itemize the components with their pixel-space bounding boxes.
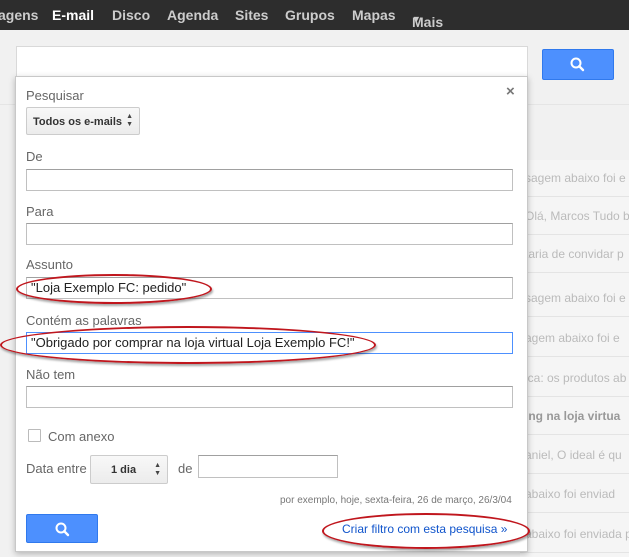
from-label: De — [26, 149, 43, 164]
scope-select-value: Todos os e-mails — [33, 116, 123, 128]
list-item[interactable]: Olá, Marcos Tudo b — [520, 198, 629, 235]
list-item[interactable]: aniel, O ideal é qu — [520, 437, 629, 474]
close-icon[interactable]: × — [506, 83, 515, 100]
list-item[interactable]: ica: os produtos ab — [520, 360, 629, 397]
select-arrows-icon: ▲ ▼ — [126, 113, 133, 128]
list-item[interactable]: agem abaixo foi e — [520, 320, 629, 357]
caret-down-icon: ▼ — [412, 14, 421, 24]
list-item[interactable]: sagem abaixo foi e — [520, 280, 629, 317]
list-item[interactable]: taria de convidar p — [520, 236, 629, 273]
doesnt-have-label: Não tem — [26, 367, 76, 382]
scope-select[interactable]: Todos os e-mails ▲ ▼ — [26, 107, 140, 135]
search-icon — [55, 522, 70, 537]
top-nav-bar: agens E-mail Disco Agenda Sites Grupos M… — [0, 0, 629, 30]
nav-item-sites[interactable]: Sites — [235, 7, 268, 23]
list-item[interactable]: sagem abaixo foi e — [520, 160, 629, 197]
nav-item-calendar[interactable]: Agenda — [167, 7, 218, 23]
advanced-search-dialog: Pesquisar × Todos os e-mails ▲ ▼ De Para … — [15, 76, 528, 552]
date-range-select[interactable]: 1 dia ▲ ▼ — [90, 455, 168, 484]
nav-item-email[interactable]: E-mail — [52, 7, 94, 23]
message-list: sagem abaixo foi e Olá, Marcos Tudo b ta… — [520, 160, 629, 557]
subject-label: Assunto — [26, 257, 73, 272]
date-range-value: 1 dia — [111, 464, 137, 476]
to-label: Para — [26, 204, 54, 219]
list-item[interactable]: abaixo foi enviad — [520, 476, 629, 513]
list-item[interactable]: ing na loja virtua — [520, 398, 629, 435]
main-search-button[interactable] — [542, 49, 614, 80]
from-field[interactable] — [26, 169, 513, 191]
date-field[interactable] — [198, 455, 338, 478]
search-icon — [570, 57, 585, 72]
nav-item-groups[interactable]: Grupos — [285, 7, 335, 23]
search-button[interactable] — [26, 514, 98, 543]
main-search-box[interactable] — [16, 46, 528, 78]
nav-item-images[interactable]: agens — [0, 7, 38, 23]
nav-item-maps[interactable]: Mapas — [352, 7, 396, 23]
list-item[interactable]: abaixo foi enviada p — [520, 516, 629, 553]
of-label: de — [178, 461, 193, 476]
nav-item-drive[interactable]: Disco — [112, 7, 150, 23]
dialog-title: Pesquisar — [26, 88, 84, 103]
to-field[interactable] — [26, 223, 513, 245]
date-within-label: Data entre — [26, 461, 87, 476]
has-words-field[interactable]: "Obrigado por comprar na loja virtual Lo… — [26, 332, 513, 354]
select-arrows-icon: ▲ ▼ — [154, 462, 161, 477]
date-hint: por exemplo, hoje, sexta-feira, 26 de ma… — [280, 495, 512, 506]
has-attachment-checkbox[interactable] — [28, 429, 41, 442]
doesnt-have-field[interactable] — [26, 386, 513, 408]
subject-field[interactable]: "Loja Exemplo FC: pedido" — [26, 277, 513, 299]
create-filter-link[interactable]: Criar filtro com esta pesquisa » — [342, 522, 507, 536]
has-attachment-label: Com anexo — [48, 429, 115, 444]
has-words-label: Contém as palavras — [26, 313, 142, 328]
